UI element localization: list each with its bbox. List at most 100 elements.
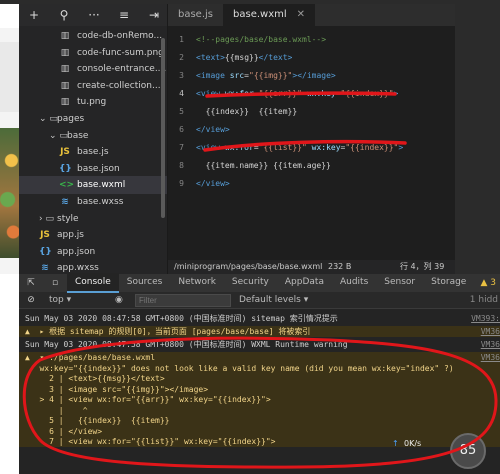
context-value: top: [49, 295, 64, 305]
clear-console-icon[interactable]: ⊘: [19, 295, 43, 305]
console-warning[interactable]: > 4 | <view wx:for="{{arr}}" wx:key="{{i…: [19, 394, 500, 405]
add-icon[interactable]: +: [27, 8, 41, 22]
code-editor[interactable]: base.js base.wxml ✕ 1 <!--pages/base/base.w…: [168, 4, 455, 274]
line-number: 1: [179, 35, 184, 44]
tree-item-label: code-db-onRemo...: [77, 31, 163, 41]
source-link[interactable]: VM36: [481, 352, 500, 363]
console-message[interactable]: Sun May 03 2020 08:47:58 GMT+0800 (中国标准时…: [19, 313, 500, 324]
hidden-count: 1 hidd: [469, 295, 498, 305]
line-code: {{index}} {{item}}: [196, 107, 298, 116]
code-line[interactable]: 8 {{item.name}} {{item.age}}: [168, 157, 455, 174]
editor-tab-label: base.wxml: [233, 9, 287, 20]
collapse-icon[interactable]: ≡: [117, 8, 131, 22]
tree-item-label: base: [67, 130, 89, 141]
console-text: ▲ ▸ 根据 sitemap 的规则[0]，当前页面 [pages/base/b…: [25, 327, 311, 336]
devtools-tabs: Console Sources Network Security AppData Audi…: [67, 273, 474, 293]
code-line[interactable]: 9 </view>: [168, 175, 455, 192]
js-file-icon: JS: [60, 147, 70, 158]
tree-item-label: pages: [57, 114, 85, 124]
split-icon[interactable]: ⇥: [147, 8, 161, 22]
tree-item[interactable]: {} base.json: [59, 160, 120, 178]
console-text: 2 | <text>{{msg}}</text>: [25, 374, 165, 383]
file-icon: ▥: [60, 80, 70, 91]
console-warning[interactable]: 2 | <text>{{msg}}</text>: [19, 373, 500, 384]
code-line[interactable]: 6 </view>: [168, 121, 455, 138]
search-icon[interactable]: ⚲: [57, 8, 71, 22]
eye-icon[interactable]: ◉: [115, 295, 131, 305]
tree-item[interactable]: ⌄ ▭base: [49, 127, 88, 145]
file-path: /miniprogram/pages/base/base.wxml: [174, 262, 323, 271]
tree-item[interactable]: ▥ code-db-onRemo...: [59, 27, 162, 45]
levels-select[interactable]: Default levels ▾: [235, 295, 335, 305]
source-link[interactable]: VM393:: [471, 313, 500, 324]
console-warning[interactable]: wx:key="{{index}}" does not look like a …: [19, 362, 500, 374]
console-message[interactable]: Sun May 03 2020 08:47:58 GMT+0800 (中国标准时…: [19, 339, 500, 350]
tree-item[interactable]: <> base.wxml: [19, 176, 167, 195]
context-select[interactable]: top ▾: [43, 295, 115, 305]
line-number: 9: [179, 179, 184, 188]
devtools-tab[interactable]: Sensor: [376, 273, 423, 293]
code-line[interactable]: 1 <!--pages/base/base.wxml-->: [168, 31, 455, 48]
devtools-tab[interactable]: Storage: [423, 273, 474, 293]
device-icon[interactable]: ▫: [43, 278, 67, 288]
simulator-preview: [0, 28, 19, 274]
devtools-tab[interactable]: Audits: [332, 273, 376, 293]
line-code: <view wx:for="{{list}}" wx:key="{{index}…: [196, 143, 404, 152]
editor-tab[interactable]: base.wxml ✕: [223, 4, 316, 26]
console-text: | ^: [25, 405, 88, 415]
inspect-icon[interactable]: ⇱: [19, 278, 43, 288]
right-panel-edge: [455, 4, 500, 274]
line-number: 5: [179, 107, 184, 116]
devtools-tab[interactable]: Network: [170, 273, 224, 293]
source-link[interactable]: VM36: [481, 339, 500, 350]
close-tab-icon[interactable]: ✕: [297, 4, 305, 26]
line-code: <!--pages/base/base.wxml-->: [196, 35, 327, 44]
devtools-tab[interactable]: AppData: [277, 273, 332, 293]
code-line[interactable]: 5 {{index}} {{item}}: [168, 103, 455, 120]
code-line[interactable]: 4 <view wx:for="{{arr}}" wx:key="{{index}…: [168, 85, 455, 102]
tree-item[interactable]: {} app.json: [39, 243, 95, 261]
tree-item[interactable]: JS base.js: [59, 143, 108, 161]
code-line[interactable]: 3 <image src="{{img}}"></image>: [168, 67, 455, 84]
tree-item[interactable]: ▥ console-entrance....: [59, 60, 167, 78]
code-line[interactable]: 2 <text>{{msg}}</text>: [168, 49, 455, 66]
explorer-scrollbar[interactable]: [161, 38, 165, 218]
editor-tab[interactable]: base.js: [168, 4, 223, 26]
tree-item[interactable]: ▥ code-func-sum.png: [59, 44, 164, 62]
console-warning[interactable]: | ^: [19, 404, 500, 416]
editor-tab-label: base.js: [178, 9, 214, 20]
tree-item[interactable]: ▥ create-collection....: [59, 77, 164, 95]
filter-input[interactable]: [135, 293, 231, 307]
file-icon: ▥: [60, 31, 70, 41]
console-warning[interactable]: 3 | <image src="{{img}}"></image>: [19, 383, 500, 395]
more-icon[interactable]: ···: [87, 8, 101, 22]
tree-item-label: code-func-sum.png: [77, 47, 164, 58]
cpu-usage-circle[interactable]: 85: [450, 433, 486, 469]
line-number: 3: [179, 71, 184, 80]
line-code: <text>{{msg}}</text>: [196, 53, 293, 62]
console-text: 6 | </view>: [25, 426, 103, 436]
console-warning[interactable]: ▲ ▾ ./pages/base/base.wxml VM36: [19, 352, 500, 363]
status-bar: /miniprogram/pages/base/base.wxml 232 B …: [168, 260, 455, 274]
console-warning[interactable]: ▲ ▸ 根据 sitemap 的规则[0]，当前页面 [pages/base/b…: [19, 326, 500, 337]
tree-item[interactable]: ▥ tu.png: [59, 93, 107, 111]
tree-item[interactable]: ⌄ ▭pages: [39, 110, 84, 128]
devtools-tab[interactable]: Security: [224, 273, 277, 293]
line-number: 7: [179, 143, 184, 152]
console-text: wx:key="{{index}}" does not look like a …: [25, 363, 454, 373]
warning-count[interactable]: ▲ 3: [480, 278, 500, 288]
code-line[interactable]: 7 <view wx:for="{{list}}" wx:key="{{index…: [168, 139, 455, 156]
tree-item-label: app.wxss: [57, 263, 99, 274]
devtools-tab[interactable]: Sources: [119, 273, 171, 293]
devtools-tab[interactable]: Console: [67, 273, 119, 293]
explorer-toolbar: + ⚲ ··· ≡ ⇥: [19, 4, 167, 26]
source-link[interactable]: VM36: [481, 326, 500, 337]
line-code: <image src="{{img}}"></image>: [196, 71, 336, 80]
tree-item[interactable]: ≋ base.wxss: [59, 193, 123, 211]
tree-item[interactable]: › ▭ style: [39, 210, 79, 228]
food-image: [0, 128, 19, 258]
tree-item[interactable]: JS app.js: [39, 226, 84, 244]
warning-count-value: 3: [490, 278, 496, 288]
console-warning[interactable]: 5 | {{index}} {{item}}: [19, 415, 500, 426]
console-filter-bar: ⊘ top ▾ ◉ Default levels ▾ 1 hidd: [19, 292, 500, 309]
